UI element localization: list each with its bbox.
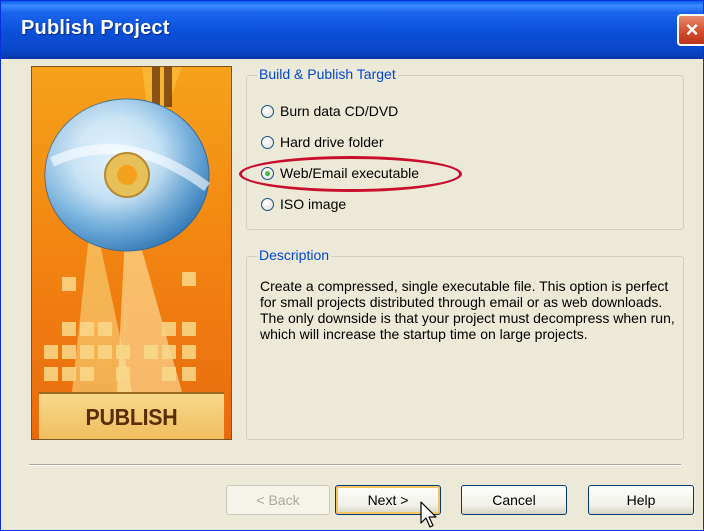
radio-label: Hard drive folder <box>280 134 384 150</box>
radio-button-icon <box>261 197 274 211</box>
description-text: Create a compressed, single executable f… <box>260 278 675 342</box>
help-button[interactable]: Help <box>588 485 694 515</box>
build-publish-target-title: Build & Publish Target <box>257 66 398 82</box>
radio-label: Burn data CD/DVD <box>280 103 399 119</box>
cd-illustration <box>44 67 210 392</box>
radio-hard-drive[interactable]: Hard drive folder <box>261 131 384 153</box>
publish-project-dialog: Publish Project × PUBLISH Build & Publis… <box>0 0 704 531</box>
banner-label: PUBLISH PROJECT <box>38 392 225 439</box>
radio-iso-image[interactable]: ISO image <box>261 193 346 215</box>
window-title: Publish Project <box>21 17 170 39</box>
description-title: Description <box>257 247 332 263</box>
close-icon: × <box>685 17 699 42</box>
mouse-cursor-icon <box>420 501 437 528</box>
title-bar[interactable]: Publish Project × <box>1 1 704 59</box>
back-button[interactable]: < Back <box>226 485 330 515</box>
radio-button-icon <box>261 104 274 118</box>
radio-button-icon <box>261 135 274 149</box>
radio-label: ISO image <box>280 196 347 212</box>
radio-burn-cd[interactable]: Burn data CD/DVD <box>261 100 398 122</box>
close-button[interactable]: × <box>677 14 704 46</box>
publish-banner-image: PUBLISH PROJECT <box>31 66 232 440</box>
cancel-button[interactable]: Cancel <box>461 485 567 515</box>
button-separator <box>29 464 681 466</box>
highlight-annotation <box>239 156 462 192</box>
